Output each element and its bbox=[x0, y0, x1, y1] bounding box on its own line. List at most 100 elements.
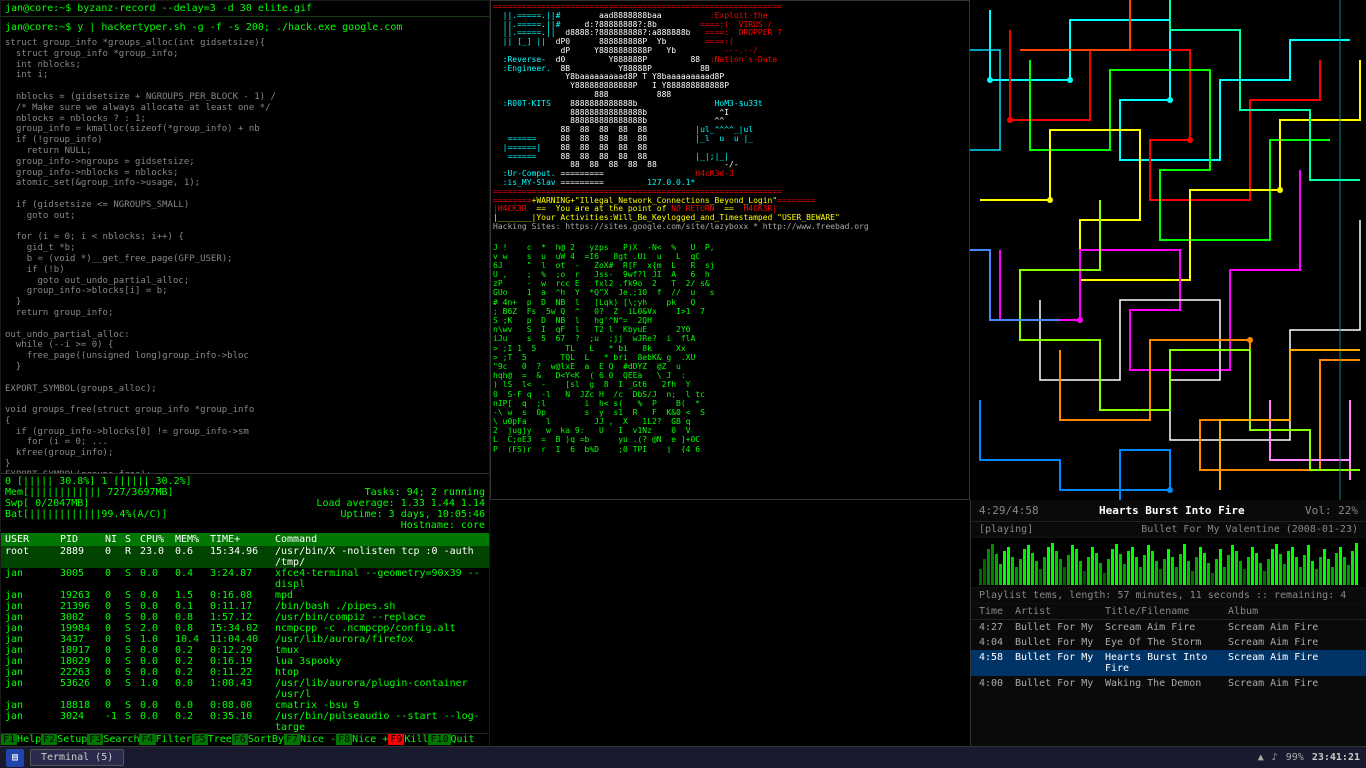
htop-bat-bar: Bat[||||||||||||99.4%(A/C)] bbox=[5, 509, 168, 520]
track-row-2[interactable]: 4:04 Bullet For My Eye Of The Storm Scre… bbox=[971, 635, 1366, 650]
track-2-title: Eye Of The Storm bbox=[1105, 637, 1228, 648]
music-player-panel: 4:29/4:58 Hearts Burst Into Fire Vol: 22… bbox=[970, 500, 1366, 768]
waveform-viz bbox=[971, 538, 1366, 588]
track-time: 4:29/4:58 bbox=[979, 504, 1039, 517]
process-row-8[interactable]: jan180290S0.00.20:16.19lua 3spooky bbox=[1, 656, 489, 667]
process-row-5[interactable]: jan199840S2.00.815:34.02ncmpcpp -c .ncmp… bbox=[1, 623, 489, 634]
process-row-9[interactable]: jan222630S0.00.20:11.22htop bbox=[1, 667, 489, 678]
col-cmd: Command bbox=[275, 534, 485, 545]
maze-svg bbox=[970, 0, 1366, 500]
track-vol: Vol: 22% bbox=[1305, 504, 1358, 517]
fn7[interactable]: F7Nice - bbox=[284, 734, 336, 745]
battery-indicator: 99% bbox=[1286, 752, 1304, 763]
track-1-album: Scream Aim Fire bbox=[1228, 622, 1358, 633]
network-icon: ▲ bbox=[1258, 752, 1264, 763]
terminal-panel: jan@core:~$ byzanz-record --delay=3 -d 3… bbox=[0, 0, 490, 768]
htop-load-avg: Load average: 1.33 1.44 1.14 bbox=[316, 498, 485, 509]
track-1-title: Scream Aim Fire bbox=[1105, 622, 1228, 633]
process-row-10[interactable]: jan536260S1.00.01:00.43/usr/lib/aurora/p… bbox=[1, 678, 489, 700]
htop-resource-bars: 0 [||||| 30.8%] 1 [||||| 30.2%] Mem[||||… bbox=[1, 474, 489, 533]
col-artist-header: Artist bbox=[1015, 606, 1105, 617]
terminal-command-1: jan@core:~$ byzanz-record --delay=3 -d 3… bbox=[5, 3, 312, 14]
col-title-header: Title/Filename bbox=[1105, 606, 1228, 617]
col-ni: NI bbox=[105, 534, 125, 545]
col-album-header: Album bbox=[1228, 606, 1358, 617]
matrix-rain-section: J ! c * h@ 2 yzps P)X -N< % U P, v w s u… bbox=[493, 243, 967, 453]
htop-tasks: Tasks: 94; 2 running bbox=[365, 487, 485, 498]
col-cpu: CPU% bbox=[140, 534, 175, 545]
htop-section: 0 [||||| 30.8%] 1 [||||| 30.2%] Mem[||||… bbox=[1, 473, 489, 745]
htop-swap-load: Swp[ 0/2047MB] Load average: 1.33 1.44 1… bbox=[5, 498, 485, 509]
fn4[interactable]: F4Filter bbox=[139, 734, 191, 745]
fn2[interactable]: F2Setup bbox=[41, 734, 87, 745]
htop-function-bar: F1Help F2Setup F3Search F4Filter F5Tree … bbox=[1, 733, 489, 745]
matrix-text: J ! c * h@ 2 yzps P)X -N< % U P, v w s u… bbox=[493, 243, 967, 453]
track-3-time: 4:58 bbox=[979, 652, 1015, 674]
htop-bat-uptime: Bat[||||||||||||99.4%(A/C)] Uptime: 3 da… bbox=[5, 509, 485, 520]
col-time-header: Time bbox=[979, 606, 1015, 617]
terminal-output-block: struct group_info *groups_alloc(int gids… bbox=[5, 38, 485, 535]
fn10[interactable]: F10Quit bbox=[428, 734, 474, 745]
fn3[interactable]: F3Search bbox=[87, 734, 139, 745]
process-row-12[interactable]: jan3024-1S0.00.20:35.10/usr/bin/pulseaud… bbox=[1, 711, 489, 733]
track-2-time: 4:04 bbox=[979, 637, 1015, 648]
track-title: Hearts Burst Into Fire bbox=[1099, 504, 1245, 517]
process-row-3[interactable]: jan213960S0.00.10:11.17/bin/bash ./pipes… bbox=[1, 601, 489, 612]
htop-hostname: Hostname: core bbox=[5, 520, 485, 531]
htop-table-header: USER PID NI S CPU% MEM% TIME+ Command bbox=[1, 533, 489, 546]
clock: 23:41:21 bbox=[1312, 752, 1360, 763]
maze-panel bbox=[970, 0, 1366, 500]
track-3-artist: Bullet For My bbox=[1015, 652, 1105, 674]
process-row-2[interactable]: jan192630S0.01.50:16.08mpd bbox=[1, 590, 489, 601]
taskbar-terminal-button[interactable]: Terminal (5) bbox=[30, 749, 124, 766]
process-row-4[interactable]: jan30020S0.00.81:57.12/usr/bin/compiz --… bbox=[1, 612, 489, 623]
fn9[interactable]: F9Kill bbox=[388, 734, 428, 745]
fn1[interactable]: F1Help bbox=[1, 734, 41, 745]
music-table-header: Time Artist Title/Filename Album bbox=[971, 604, 1366, 620]
track-2-album: Scream Aim Fire bbox=[1228, 637, 1358, 648]
htop-swap-bar: Swp[ 0/2047MB] bbox=[5, 498, 89, 509]
col-s: S bbox=[125, 534, 140, 545]
htop-mem-tasks: Mem[|||||||||||| 727/3697MB] Tasks: 94; … bbox=[5, 487, 485, 498]
track-row-4[interactable]: 4:00 Bullet For My Waking The Demon Scre… bbox=[971, 676, 1366, 691]
process-row-6[interactable]: jan34370S1.010.411:04.40/usr/lib/aurora/… bbox=[1, 634, 489, 645]
hack-art-content: ========================================… bbox=[493, 3, 967, 241]
playing-label: [playing] bbox=[979, 524, 1033, 535]
fn5[interactable]: F5Tree bbox=[192, 734, 232, 745]
playlist-info: Playlist tems, length: 57 minutes, 11 se… bbox=[971, 588, 1366, 604]
taskbar-start-icon[interactable]: ▤ bbox=[6, 749, 24, 767]
fn6[interactable]: F6SortBy bbox=[232, 734, 284, 745]
track-row-1[interactable]: 4:27 Bullet For My Scream Aim Fire Screa… bbox=[971, 620, 1366, 635]
track-row-3-active[interactable]: 4:58 Bullet For My Hearts Burst Into Fir… bbox=[971, 650, 1366, 676]
process-row-1[interactable]: jan30050S0.00.43:24.87xfce4-terminal --g… bbox=[1, 568, 489, 590]
col-mem: MEM% bbox=[175, 534, 210, 545]
process-row-7[interactable]: jan189170S0.00.20:12.29tmux bbox=[1, 645, 489, 656]
now-playing-bar: 4:29/4:58 Hearts Burst Into Fire Vol: 22… bbox=[971, 500, 1366, 522]
playing-subtitle: Bullet For My Valentine (2008-01-23) bbox=[1141, 524, 1358, 535]
track-2-artist: Bullet For My bbox=[1015, 637, 1105, 648]
track-list: 4:27 Bullet For My Scream Aim Fire Screa… bbox=[971, 620, 1366, 691]
hack-art-panel: ========================================… bbox=[490, 0, 970, 500]
terminal-code-output: struct group_info *groups_alloc(int gids… bbox=[5, 38, 485, 535]
process-row-11[interactable]: jan188180S0.00.00:08.00cmatrix -bsu 9 bbox=[1, 700, 489, 711]
playing-status: [playing] Bullet For My Valentine (2008-… bbox=[971, 522, 1366, 538]
col-pid: PID bbox=[60, 534, 105, 545]
waveform-svg bbox=[979, 539, 1358, 585]
terminal-top-bar: jan@core:~$ byzanz-record --delay=3 -d 3… bbox=[1, 1, 489, 17]
fn8[interactable]: F8Nice + bbox=[336, 734, 388, 745]
track-3-title: Hearts Burst Into Fire bbox=[1105, 652, 1228, 674]
htop-mem-bar: Mem[|||||||||||| 727/3697MB] bbox=[5, 487, 174, 498]
track-4-title: Waking The Demon bbox=[1105, 678, 1228, 689]
track-1-time: 4:27 bbox=[979, 622, 1015, 633]
htop-uptime: Uptime: 3 days, 10:05:46 bbox=[341, 509, 486, 520]
track-4-time: 4:00 bbox=[979, 678, 1015, 689]
main-layout: jan@core:~$ byzanz-record --delay=3 -d 3… bbox=[0, 0, 1366, 768]
htop-cpu-line: 0 [||||| 30.8%] 1 [||||| 30.2%] bbox=[5, 476, 485, 487]
track-3-album: Scream Aim Fire bbox=[1228, 652, 1358, 674]
terminal-body: jan@core:~$ y | hackertyper.sh -g -f -s … bbox=[1, 17, 489, 539]
track-4-artist: Bullet For My bbox=[1015, 678, 1105, 689]
system-tray: ▲ ♪ 99% 23:41:21 bbox=[1258, 752, 1360, 763]
process-row-root[interactable]: root28890R23.00.615:34.96/usr/bin/X -nol… bbox=[1, 546, 489, 568]
htop-process-list: root28890R23.00.615:34.96/usr/bin/X -nol… bbox=[1, 546, 489, 733]
track-1-artist: Bullet For My bbox=[1015, 622, 1105, 633]
